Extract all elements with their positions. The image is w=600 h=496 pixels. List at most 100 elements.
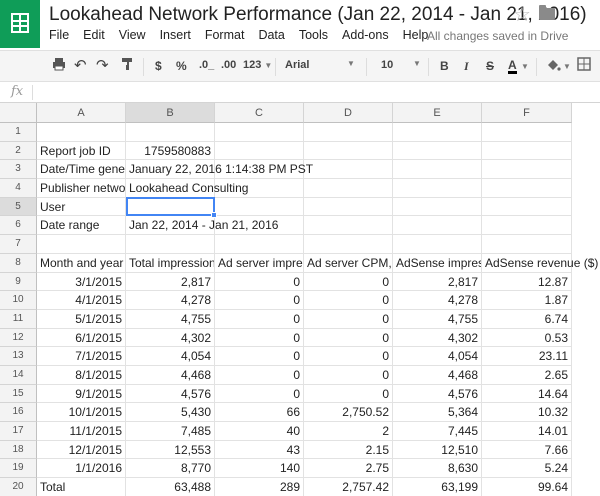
- menu-insert[interactable]: Insert: [160, 28, 191, 46]
- cell-c11[interactable]: 0: [215, 309, 304, 329]
- folder-icon[interactable]: [539, 5, 555, 20]
- row-header[interactable]: 18: [0, 440, 37, 460]
- cell-c17[interactable]: 40: [215, 422, 304, 441]
- more-formats-button[interactable]: 123 ▼: [243, 59, 272, 71]
- cell-b17[interactable]: 7,485: [126, 422, 215, 441]
- cell-f11[interactable]: 6.74: [482, 309, 572, 329]
- cell-d18[interactable]: 2.15: [304, 440, 393, 460]
- cell-d3[interactable]: [304, 160, 393, 180]
- cell-d5[interactable]: [304, 197, 393, 217]
- cell-a19[interactable]: 1/1/2016: [37, 459, 126, 479]
- menu-data[interactable]: Data: [258, 28, 284, 46]
- cell-b11[interactable]: 4,755: [126, 309, 215, 329]
- italic-button[interactable]: I: [464, 59, 469, 74]
- percent-format-button[interactable]: %: [176, 59, 187, 73]
- text-color-button[interactable]: A: [508, 59, 517, 74]
- cell-c7[interactable]: [215, 235, 304, 254]
- cell-f20[interactable]: 99.64: [482, 478, 572, 496]
- cell-f2[interactable]: [482, 141, 572, 161]
- menu-format[interactable]: Format: [205, 28, 245, 46]
- row-header[interactable]: 8: [0, 253, 37, 273]
- column-header-e[interactable]: E: [393, 103, 482, 123]
- cell-e16[interactable]: 5,364: [393, 403, 482, 422]
- print-icon[interactable]: [52, 57, 66, 74]
- cell-c8[interactable]: Ad server impres: [215, 253, 304, 273]
- cell-e5[interactable]: [393, 197, 482, 217]
- cell-c18[interactable]: 43: [215, 440, 304, 460]
- cell-f18[interactable]: 7.66: [482, 440, 572, 460]
- menu-tools[interactable]: Tools: [299, 28, 328, 46]
- cell-d17[interactable]: 2: [304, 422, 393, 441]
- row-header[interactable]: 11: [0, 309, 37, 329]
- cell-e9[interactable]: 2,817: [393, 272, 482, 292]
- row-header[interactable]: 1: [0, 123, 37, 142]
- cell-a18[interactable]: 12/1/2015: [37, 440, 126, 460]
- cell-d1[interactable]: [304, 123, 393, 142]
- cell-e19[interactable]: 8,630: [393, 459, 482, 479]
- select-all-corner[interactable]: [0, 103, 37, 123]
- cell-b8[interactable]: Total impression: [126, 253, 215, 273]
- cell-d8[interactable]: Ad server CPM,: [304, 253, 393, 273]
- cell-a6[interactable]: Date range: [37, 216, 126, 236]
- cell-d6[interactable]: [304, 216, 393, 236]
- cell-a14[interactable]: 8/1/2015: [37, 365, 126, 385]
- column-header-f[interactable]: F: [482, 103, 572, 123]
- cell-b3[interactable]: January 22, 2016 1:14:38 PM PST: [126, 160, 313, 180]
- cell-b19[interactable]: 8,770: [126, 459, 215, 479]
- cell-c16[interactable]: 66: [215, 403, 304, 422]
- cell-b14[interactable]: 4,468: [126, 365, 215, 385]
- cell-a1[interactable]: [37, 123, 126, 142]
- cell-d20[interactable]: 2,757.42: [304, 478, 393, 496]
- cell-f6[interactable]: [482, 216, 572, 236]
- row-header[interactable]: 3: [0, 160, 37, 180]
- cell-b2[interactable]: 1759580883: [126, 141, 215, 161]
- menu-addons[interactable]: Add-ons: [342, 28, 389, 46]
- formula-input[interactable]: [40, 85, 590, 100]
- row-header[interactable]: 15: [0, 384, 37, 404]
- row-header[interactable]: 16: [0, 403, 37, 422]
- column-header-d[interactable]: D: [304, 103, 393, 123]
- currency-format-button[interactable]: $: [155, 59, 162, 73]
- cell-b10[interactable]: 4,278: [126, 291, 215, 310]
- cell-b15[interactable]: 4,576: [126, 384, 215, 404]
- column-header-a[interactable]: A: [37, 103, 126, 123]
- fill-color-icon[interactable]: [545, 57, 561, 76]
- menu-view[interactable]: View: [119, 28, 146, 46]
- cell-a16[interactable]: 10/1/2015: [37, 403, 126, 422]
- increase-decimals-button[interactable]: .00: [221, 59, 236, 71]
- row-header[interactable]: 6: [0, 216, 37, 236]
- cell-e8[interactable]: AdSense impres: [393, 253, 482, 273]
- star-icon[interactable]: ☆: [513, 2, 531, 27]
- menu-help[interactable]: Help: [403, 28, 429, 46]
- cell-f10[interactable]: 1.87: [482, 291, 572, 310]
- cell-e2[interactable]: [393, 141, 482, 161]
- cell-f1[interactable]: [482, 123, 572, 142]
- cell-f3[interactable]: [482, 160, 572, 180]
- cell-f4[interactable]: [482, 179, 572, 198]
- cell-a17[interactable]: 11/1/2015: [37, 422, 126, 441]
- menu-edit[interactable]: Edit: [83, 28, 105, 46]
- cell-d10[interactable]: 0: [304, 291, 393, 310]
- cell-d19[interactable]: 2.75: [304, 459, 393, 479]
- row-header[interactable]: 20: [0, 478, 37, 496]
- cell-c5[interactable]: [215, 197, 304, 217]
- borders-icon[interactable]: [577, 57, 591, 74]
- cell-f15[interactable]: 14.64: [482, 384, 572, 404]
- cell-c10[interactable]: 0: [215, 291, 304, 310]
- menu-file[interactable]: File: [49, 28, 69, 46]
- cell-b20[interactable]: 63,488: [126, 478, 215, 496]
- cell-e6[interactable]: [393, 216, 482, 236]
- undo-icon[interactable]: ↶: [74, 56, 87, 74]
- cell-f19[interactable]: 5.24: [482, 459, 572, 479]
- cell-e4[interactable]: [393, 179, 482, 198]
- cell-e20[interactable]: 63,199: [393, 478, 482, 496]
- cell-e3[interactable]: [393, 160, 482, 180]
- cell-c15[interactable]: 0: [215, 384, 304, 404]
- cell-b18[interactable]: 12,553: [126, 440, 215, 460]
- cell-b5[interactable]: [126, 197, 215, 217]
- cell-b7[interactable]: [126, 235, 215, 254]
- row-header[interactable]: 17: [0, 422, 37, 441]
- cell-e13[interactable]: 4,054: [393, 347, 482, 366]
- row-header[interactable]: 14: [0, 365, 37, 385]
- font-family-select[interactable]: Arial ▼: [285, 59, 355, 71]
